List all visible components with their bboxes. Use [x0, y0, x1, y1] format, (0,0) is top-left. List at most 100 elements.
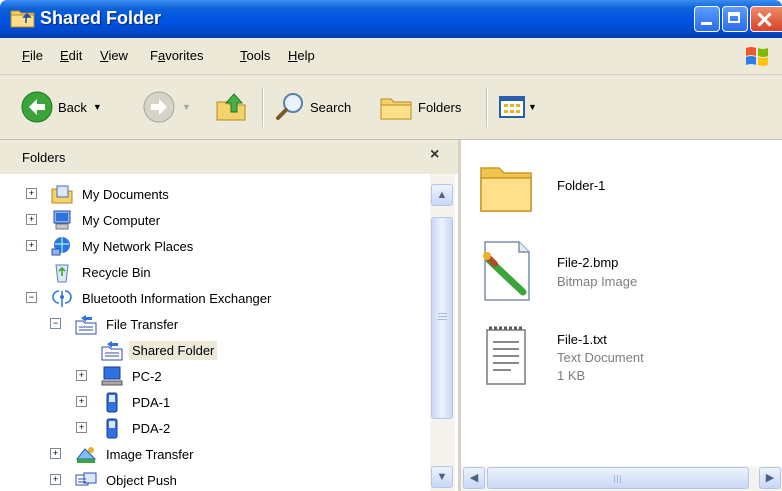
- tree-item-label: Image Transfer: [106, 446, 194, 462]
- file-name: Folder-1: [557, 178, 606, 193]
- tree-item-label: My Computer: [82, 212, 161, 228]
- title-bar[interactable]: Shared Folder: [0, 0, 782, 38]
- toolbar-separator: [486, 87, 488, 127]
- scroll-down-button[interactable]: ▼: [431, 466, 453, 488]
- expand-icon[interactable]: +: [76, 370, 87, 381]
- folder-tree-scrollbar[interactable]: ▲ ▼: [430, 174, 455, 491]
- my-computer-icon: [50, 209, 74, 231]
- expand-icon[interactable]: +: [26, 214, 37, 225]
- forward-dropdown-icon[interactable]: ▼: [182, 102, 191, 112]
- tree-item-label: Bluetooth Information Exchanger: [82, 290, 272, 306]
- tree-item-pda-1[interactable]: + PDA-1: [76, 390, 173, 414]
- windows-logo-icon: [746, 47, 768, 66]
- collapse-icon[interactable]: −: [26, 292, 37, 303]
- tree-item-pc-2[interactable]: + PC-2: [76, 364, 165, 388]
- pda-icon: [100, 417, 124, 439]
- shared-folder-title-icon: [10, 10, 35, 28]
- back-arrow-icon: [21, 91, 53, 123]
- back-dropdown-icon[interactable]: ▼: [93, 102, 102, 112]
- image-transfer-icon: [74, 443, 98, 465]
- tree-item-label: File Transfer: [106, 316, 179, 332]
- file-item-folder-1[interactable]: Folder-1: [471, 158, 771, 238]
- tree-item-file-transfer[interactable]: − File Transfer: [50, 312, 181, 336]
- pc-icon: [100, 365, 124, 387]
- menu-view[interactable]: View: [100, 48, 128, 63]
- text-document-icon: [486, 326, 526, 385]
- tree-item-label: PDA-1: [132, 394, 171, 410]
- folders-pane-header: Folders ×: [0, 140, 458, 174]
- tree-item-my-computer[interactable]: + My Computer: [26, 208, 163, 232]
- explorer-window: Shared Folder File Edit View Favorites T…: [0, 0, 782, 491]
- scroll-left-button[interactable]: ◀: [463, 467, 485, 489]
- expand-icon[interactable]: +: [26, 188, 37, 199]
- folder-tree: + My Documents + My Computer + My Network P…: [0, 174, 430, 491]
- toolbar-separator: [262, 87, 264, 127]
- tree-item-my-documents[interactable]: + My Documents: [26, 182, 172, 206]
- file-size: 1 KB: [557, 368, 586, 383]
- tree-item-shared-folder[interactable]: Shared Folder: [100, 338, 218, 362]
- back-button[interactable]: Back ▼: [20, 89, 102, 125]
- expand-icon[interactable]: +: [50, 448, 61, 459]
- search-label: Search: [310, 99, 352, 115]
- views-button[interactable]: ▼: [498, 89, 537, 125]
- file-transfer-icon: [74, 313, 98, 335]
- bluetooth-icon: [50, 287, 74, 309]
- menu-help[interactable]: Help: [288, 48, 315, 63]
- menu-favorites[interactable]: Favorites: [150, 48, 203, 63]
- file-name: File-1.txt: [557, 332, 607, 347]
- folders-pane-title: Folders: [22, 150, 66, 165]
- menu-bar: File Edit View Favorites Tools Help: [0, 38, 782, 75]
- tree-item-my-network-places[interactable]: + My Network Places: [26, 234, 196, 258]
- hscroll-thumb[interactable]: [487, 467, 749, 489]
- expand-icon[interactable]: +: [50, 474, 61, 485]
- views-icon: [499, 96, 525, 118]
- menu-file[interactable]: File: [22, 48, 43, 63]
- tree-item-object-push[interactable]: + Object Push: [50, 468, 180, 491]
- tree-item-label: Recycle Bin: [82, 264, 151, 280]
- close-button[interactable]: [750, 6, 782, 32]
- up-folder-button[interactable]: [214, 89, 248, 125]
- expand-icon[interactable]: +: [76, 422, 87, 433]
- forward-button[interactable]: ▼: [142, 89, 191, 125]
- folders-icon: [380, 98, 412, 120]
- tree-item-pda-2[interactable]: + PDA-2: [76, 416, 173, 440]
- maximize-button[interactable]: [722, 6, 748, 32]
- tree-item-label: Shared Folder: [129, 340, 218, 360]
- expand-icon[interactable]: +: [76, 396, 87, 407]
- file-item-file-1-txt[interactable]: File-1.txt Text Document 1 KB: [471, 326, 771, 406]
- file-type: Bitmap Image: [557, 274, 638, 289]
- expand-icon[interactable]: +: [26, 240, 37, 251]
- recycle-bin-icon: [50, 261, 74, 283]
- tree-item-recycle-bin[interactable]: Recycle Bin: [50, 260, 154, 284]
- bitmap-icon: [483, 241, 530, 301]
- my-documents-icon: [50, 183, 74, 205]
- file-type: Text Document: [557, 350, 644, 365]
- menu-edit[interactable]: Edit: [60, 48, 82, 63]
- file-list-pane: Folder-1 File-2.bmp Bitmap Image File-1.…: [461, 140, 782, 491]
- file-item-file-2-bmp[interactable]: File-2.bmp Bitmap Image: [471, 240, 771, 320]
- folders-pane-close-icon[interactable]: ×: [430, 146, 439, 164]
- network-places-icon: [50, 235, 74, 257]
- toolbar: Back ▼ ▼ Search Folders ▼: [0, 75, 782, 140]
- file-name: File-2.bmp: [557, 255, 619, 270]
- tree-item-label: My Documents: [82, 186, 169, 202]
- folders-button[interactable]: Folders: [378, 89, 461, 125]
- scroll-right-button[interactable]: ▶: [759, 467, 781, 489]
- scroll-thumb[interactable]: [431, 217, 453, 419]
- back-label: Back: [58, 99, 87, 115]
- tree-item-label: PDA-2: [132, 420, 171, 436]
- search-button[interactable]: Search: [274, 89, 351, 125]
- file-list-hscrollbar[interactable]: ◀ ▶: [461, 466, 782, 491]
- tree-item-bluetooth-exchanger[interactable]: − Bluetooth Information Exchanger: [26, 286, 274, 310]
- tree-item-label: PC-2: [132, 368, 162, 384]
- collapse-icon[interactable]: −: [50, 318, 61, 329]
- shared-folder-icon: [100, 339, 124, 361]
- menu-tools[interactable]: Tools: [240, 48, 270, 63]
- views-dropdown-icon[interactable]: ▼: [528, 102, 537, 112]
- minimize-button[interactable]: [694, 6, 720, 32]
- search-icon: [276, 93, 303, 120]
- tree-item-label: Object Push: [106, 472, 177, 488]
- tree-item-image-transfer[interactable]: + Image Transfer: [50, 442, 196, 466]
- scroll-up-button[interactable]: ▲: [431, 184, 453, 206]
- folders-label: Folders: [418, 99, 462, 115]
